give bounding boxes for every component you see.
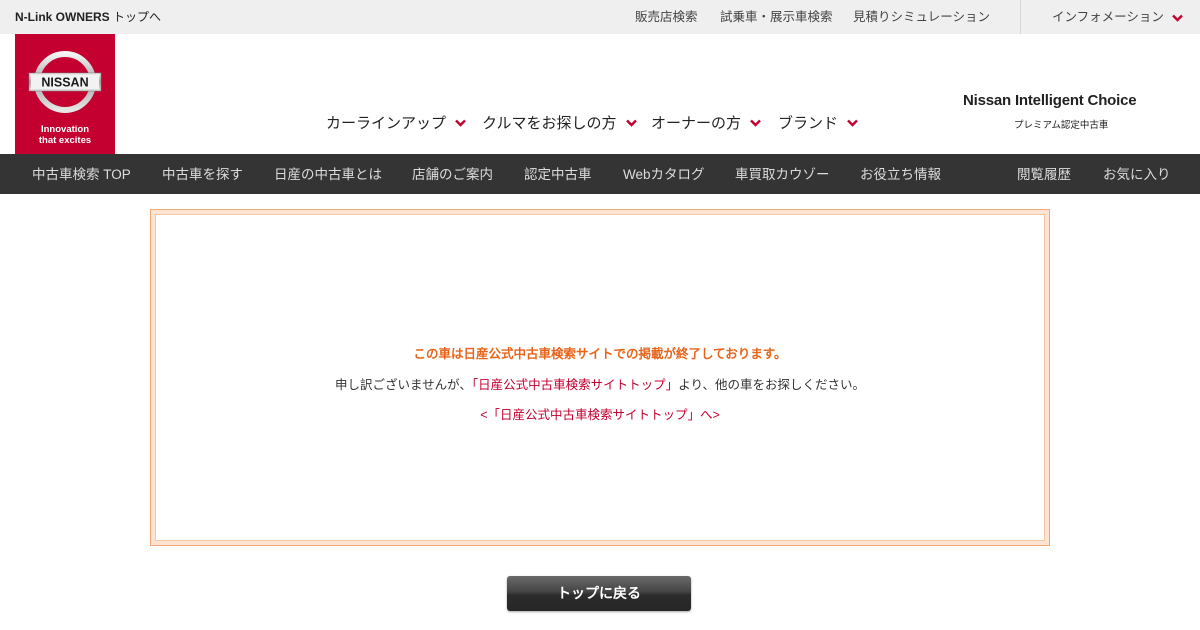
dark-nav-history[interactable]: 閲覧履歴 [1017, 154, 1071, 194]
notice-body: 申し訳ございませんが、「日産公式中古車検索サイトトップ」より、他の車をお探しくだ… [156, 374, 1044, 393]
nav-looking-for-car-label: クルマをお探しの方 [482, 115, 617, 132]
dark-nav-web-catalog[interactable]: Webカタログ [623, 154, 705, 194]
logo-wordmark: NISSAN [41, 76, 88, 90]
dark-nav-favorites[interactable]: お気に入り [1103, 154, 1171, 194]
information-label: インフォメーション [1052, 10, 1164, 24]
logo-tagline-line2: that excites [38, 134, 92, 146]
logo-tagline-line1: Innovation [40, 124, 90, 135]
nav-brand-label: ブランド [778, 115, 839, 132]
nav-owners-label: オーナーの方 [651, 115, 742, 132]
utility-bar: N-Link OWNERS トップへ 販売店検索 試乗車・展示車検索 見積りシミ… [0, 0, 1200, 34]
dealer-search-link[interactable]: 販売店検索 [635, 0, 698, 34]
dark-nav-useful-info[interactable]: お役立ち情報 [860, 154, 941, 194]
nissan-logo-icon: NISSAN [28, 51, 102, 113]
nlink-owners-link[interactable]: N-Link OWNERS トップへ [15, 0, 161, 34]
dark-nav-find-used-car[interactable]: 中古車を探す [162, 154, 243, 194]
notice-back-link-row: <「日産公式中古車検索サイトトップ」へ> [156, 404, 1044, 423]
estimate-simulation-link[interactable]: 見積りシミュレーション [853, 0, 990, 34]
intelligent-choice-title: Nissan Intelligent Choice [963, 92, 1137, 109]
notice-inner: この車は日産公式中古車検索サイトでの掲載が終了しております。 申し訳ございません… [155, 214, 1045, 541]
nlink-owners-label: N-Link OWNERS [15, 10, 110, 24]
notice-title: この車は日産公式中古車検索サイトでの掲載が終了しております。 [413, 347, 787, 361]
nav-looking-for-car[interactable]: クルマをお探しの方 [482, 113, 637, 133]
nav-owners[interactable]: オーナーの方 [651, 113, 761, 133]
chevron-down-icon [455, 113, 466, 133]
notice-body-link[interactable]: 「日産公式中古車検索サイトトップ」 [472, 378, 678, 392]
chevron-down-icon [1172, 1, 1183, 35]
chevron-down-icon [625, 113, 637, 133]
dark-nav-kauzo[interactable]: 車買取カウゾー [735, 154, 830, 194]
listing-ended-notice: この車は日産公式中古車検索サイトでの掲載が終了しております。 申し訳ございません… [150, 209, 1050, 546]
nav-car-lineup-label: カーラインアップ [326, 115, 447, 132]
nlink-owners-suffix: トップへ [109, 10, 162, 24]
back-to-top-button[interactable]: トップに戻る [507, 576, 691, 611]
dark-nav-store-guide[interactable]: 店舗のご案内 [412, 154, 493, 194]
nissan-logo[interactable]: NISSAN Innovation that excites [15, 34, 115, 154]
utility-divider [1020, 0, 1021, 34]
dark-nav-certified[interactable]: 認定中古車 [524, 154, 592, 194]
notice-body-before: 申し訳ございませんが、 [335, 378, 472, 392]
dark-nav-about-used-car[interactable]: 日産の中古車とは [274, 154, 382, 194]
used-car-nav: 中古車検索 TOP 中古車を探す 日産の中古車とは 店舗のご案内 認定中古車 W… [0, 154, 1200, 194]
information-menu[interactable]: インフォメーション [1052, 0, 1183, 34]
nav-car-lineup[interactable]: カーラインアップ [326, 113, 466, 133]
nav-brand[interactable]: ブランド [778, 113, 858, 133]
dark-nav-search-top[interactable]: 中古車検索 TOP [32, 154, 131, 194]
logo-tagline: Innovation that excites [15, 124, 115, 146]
test-drive-search-link[interactable]: 試乗車・展示車検索 [720, 0, 833, 34]
chevron-down-icon [750, 113, 761, 133]
chevron-down-icon [847, 113, 858, 133]
notice-body-after: より、他の車をお探しください。 [678, 378, 865, 392]
notice-back-link[interactable]: <「日産公式中古車検索サイトトップ」へ> [480, 408, 720, 422]
intelligent-choice-subtitle: プレミアム認定中古車 [1014, 120, 1109, 131]
intelligent-choice-logo[interactable]: Nissan Intelligent Choice プレミアム認定中古車 [963, 92, 1163, 131]
